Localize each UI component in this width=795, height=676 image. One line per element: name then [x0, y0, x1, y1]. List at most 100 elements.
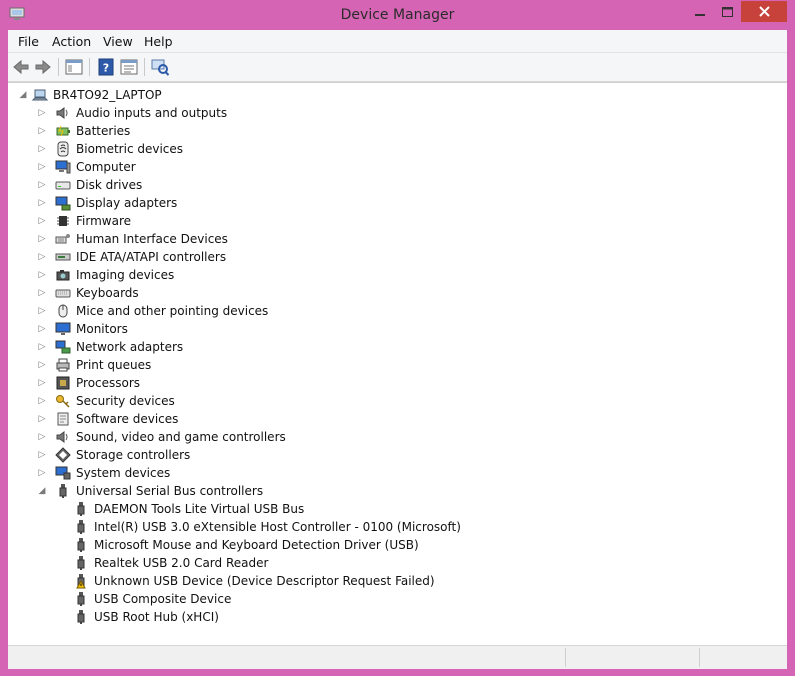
tree-category-firmware[interactable]: ▷ Firmware [37, 212, 131, 230]
device-tree[interactable]: ◢ BR4TO92_LAPTOP ▷ Audio inputs and outpu… [8, 82, 787, 645]
expand-arrow-icon[interactable]: ▷ [37, 432, 47, 442]
tree-category-label: Network adapters [76, 340, 184, 354]
tree-category-label: Disk drives [76, 178, 143, 192]
speaker-icon [56, 107, 68, 119]
expand-arrow-icon[interactable]: ▷ [37, 162, 47, 172]
tree-category-mice-and-other-pointing-devices[interactable]: ▷ Mice and other pointing devices [37, 302, 269, 320]
expand-arrow-icon[interactable]: ▷ [37, 144, 47, 154]
expand-arrow-icon[interactable]: ▷ [37, 324, 47, 334]
tree-category-storage-controllers[interactable]: ▷ Storage controllers [37, 446, 190, 464]
tree-root-label: BR4TO92_LAPTOP [53, 88, 162, 102]
collapse-arrow-icon[interactable]: ◢ [37, 486, 47, 496]
minimize-button[interactable] [686, 1, 714, 22]
tree-category-label: Keyboards [76, 286, 139, 300]
tree-category-label: Processors [76, 376, 141, 390]
expand-arrow-icon[interactable]: ▷ [37, 396, 47, 406]
tree-category-label: IDE ATA/ATAPI controllers [76, 250, 227, 264]
expand-arrow-icon[interactable]: ▷ [37, 378, 47, 388]
expand-arrow-icon[interactable]: ▷ [37, 126, 47, 136]
scan-hardware-changes-icon[interactable] [150, 57, 170, 77]
properties-icon[interactable] [119, 57, 139, 77]
tree-category-system-devices[interactable]: ▷ System devices [37, 464, 171, 482]
mouse-icon [58, 304, 68, 318]
tree-category-computer[interactable]: ▷ Computer [37, 158, 136, 176]
toolbar: ? [8, 53, 787, 82]
expand-arrow-icon[interactable]: ▷ [37, 108, 47, 118]
tree-category-disk-drives[interactable]: ▷ Disk drives [37, 176, 143, 194]
tree-category-imaging-devices[interactable]: ▷ Imaging devices [37, 266, 175, 284]
usb-device-item[interactable]: USB Root Hub (xHCI) [73, 608, 219, 626]
usb-warning-icon [76, 574, 86, 589]
help-icon[interactable]: ? [96, 57, 116, 77]
usb-device-label: Unknown USB Device (Device Descriptor Re… [94, 574, 435, 588]
tree-category-keyboards[interactable]: ▷ Keyboards [37, 284, 139, 302]
tree-category-label: Firmware [76, 214, 131, 228]
close-button[interactable] [741, 1, 787, 22]
menu-action[interactable]: Action [52, 34, 91, 49]
usb-icon [77, 538, 85, 552]
expand-arrow-icon[interactable]: ▷ [37, 360, 47, 370]
network-adapter-icon [55, 340, 71, 354]
status-separator [565, 648, 566, 667]
menu-file[interactable]: File [18, 34, 39, 49]
expand-arrow-icon[interactable]: ▷ [37, 180, 47, 190]
hid-icon [55, 234, 70, 244]
tree-category-sound-video-and-game-controllers[interactable]: ▷ Sound, video and game controllers [37, 428, 286, 446]
expand-arrow-icon[interactable]: ▷ [37, 216, 47, 226]
usb-device-label: DAEMON Tools Lite Virtual USB Bus [94, 502, 305, 516]
expand-arrow-icon[interactable]: ▷ [37, 414, 47, 424]
tree-category-display-adapters[interactable]: ▷ Display adapters [37, 194, 177, 212]
maximize-button[interactable] [714, 1, 740, 22]
tree-category-label: Software devices [76, 412, 179, 426]
storage-controller-icon [55, 447, 71, 463]
expand-arrow-icon[interactable]: ▷ [37, 306, 47, 316]
tree-category-ide-ata-atapi-controllers[interactable]: ▷ IDE ATA/ATAPI controllers [37, 248, 227, 266]
tree-category-security-devices[interactable]: ▷ Security devices [37, 392, 175, 410]
menu-bar: File Action View Help [8, 30, 787, 53]
tree-category-label: Print queues [76, 358, 152, 372]
monitor-icon [55, 322, 71, 335]
expand-arrow-icon[interactable]: ▷ [37, 288, 47, 298]
laptop-icon [32, 89, 48, 101]
keyboard-icon [55, 289, 71, 298]
expand-arrow-icon[interactable]: ▷ [37, 450, 47, 460]
usb-device-item[interactable]: USB Composite Device [73, 590, 231, 608]
expand-arrow-icon[interactable]: ▷ [37, 198, 47, 208]
tree-root[interactable]: ◢ BR4TO92_LAPTOP [18, 86, 162, 104]
usb-icon [77, 610, 85, 624]
show-hide-console-tree-icon[interactable] [64, 57, 84, 77]
minimize-icon [695, 13, 705, 16]
usb-device-item[interactable]: Realtek USB 2.0 Card Reader [73, 554, 268, 572]
collapse-arrow-icon[interactable]: ◢ [18, 90, 28, 100]
computer-icon [55, 160, 71, 174]
usb-device-item[interactable]: Intel(R) USB 3.0 eXtensible Host Control… [73, 518, 461, 536]
usb-device-label: Realtek USB 2.0 Card Reader [94, 556, 269, 570]
menu-help[interactable]: Help [144, 34, 173, 49]
expand-arrow-icon[interactable]: ▷ [37, 252, 47, 262]
system-device-icon [55, 466, 71, 480]
menu-view[interactable]: View [103, 34, 133, 49]
expand-arrow-icon[interactable]: ▷ [37, 342, 47, 352]
forward-arrow-icon[interactable] [33, 57, 53, 77]
tree-category-universal-serial-bus-controllers[interactable]: ◢ Universal Serial Bus controllers [37, 482, 263, 500]
title-bar[interactable]: Device Manager [0, 0, 795, 30]
usb-device-item[interactable]: DAEMON Tools Lite Virtual USB Bus [73, 500, 304, 518]
back-arrow-icon[interactable] [11, 57, 31, 77]
tree-category-network-adapters[interactable]: ▷ Network adapters [37, 338, 184, 356]
tree-category-human-interface-devices[interactable]: ▷ Human Interface Devices [37, 230, 228, 248]
tree-category-biometric-devices[interactable]: ▷ Biometric devices [37, 140, 183, 158]
usb-device-item[interactable]: Unknown USB Device (Device Descriptor Re… [73, 572, 435, 590]
tree-category-software-devices[interactable]: ▷ Software devices [37, 410, 179, 428]
tree-category-label: Human Interface Devices [76, 232, 228, 246]
status-separator [699, 648, 700, 667]
tree-category-monitors[interactable]: ▷ Monitors [37, 320, 128, 338]
tree-category-processors[interactable]: ▷ Processors [37, 374, 141, 392]
usb-device-item[interactable]: Microsoft Mouse and Keyboard Detection D… [73, 536, 419, 554]
expand-arrow-icon[interactable]: ▷ [37, 468, 47, 478]
svg-text:?: ? [103, 62, 109, 75]
expand-arrow-icon[interactable]: ▷ [37, 234, 47, 244]
tree-category-batteries[interactable]: ▷ Batteries [37, 122, 131, 140]
tree-category-print-queues[interactable]: ▷ Print queues [37, 356, 152, 374]
tree-category-audio-inputs-and-outputs[interactable]: ▷ Audio inputs and outputs [37, 104, 228, 122]
expand-arrow-icon[interactable]: ▷ [37, 270, 47, 280]
